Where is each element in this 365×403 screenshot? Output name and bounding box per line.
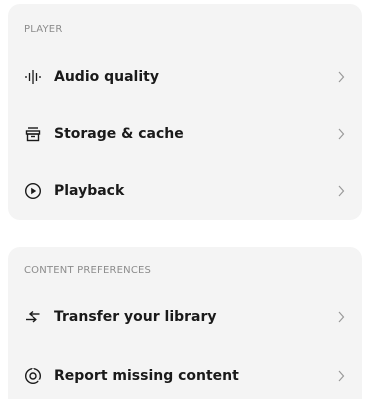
storage-icon [24,125,42,143]
settings-item-storage-cache[interactable]: Storage & cache [8,114,362,154]
settings-item-label: Playback [54,183,125,199]
settings-item-label: Transfer your library [54,309,217,325]
settings-item-label: Storage & cache [54,126,184,142]
settings-item-audio-quality[interactable]: Audio quality [8,57,362,97]
settings-item-label: Audio quality [54,69,159,85]
transfer-arrows-icon [24,308,42,326]
chevron-right-icon [336,310,346,324]
section-title-player: PLAYER [24,24,63,35]
chevron-right-icon [336,127,346,141]
player-section: PLAYER Audio quality Storage & cache Pla… [8,4,362,220]
report-content-icon [24,367,42,385]
section-title-content-preferences: CONTENT PREFERENCES [24,265,152,276]
settings-page: PLAYER Audio quality Storage & cache Pla… [0,0,365,403]
settings-item-label: Report missing content [54,368,239,384]
settings-item-playback[interactable]: Playback [8,171,362,211]
settings-item-transfer-library[interactable]: Transfer your library [8,297,362,337]
chevron-right-icon [336,70,346,84]
content-preferences-section: CONTENT PREFERENCES Transfer your librar… [8,247,362,399]
play-circle-icon [24,182,42,200]
chevron-right-icon [336,369,346,383]
audio-waveform-icon [24,68,42,86]
chevron-right-icon [336,184,346,198]
settings-item-report-missing-content[interactable]: Report missing content [8,356,362,396]
